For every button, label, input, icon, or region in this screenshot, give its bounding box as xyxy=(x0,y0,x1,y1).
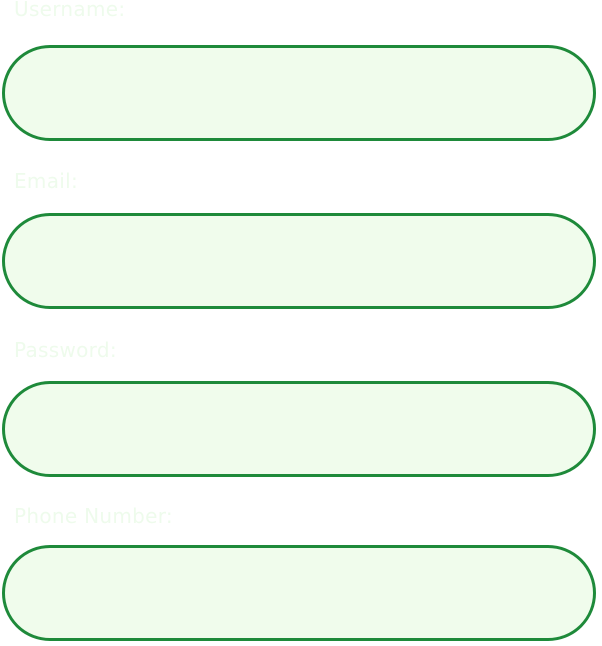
email-field[interactable] xyxy=(2,213,596,309)
password-field[interactable] xyxy=(2,381,596,477)
username-field[interactable] xyxy=(2,45,596,141)
username-label: Username: xyxy=(14,0,126,21)
password-label: Password: xyxy=(14,338,117,362)
phone-number-label: Phone Number: xyxy=(14,504,173,528)
signup-form: Username: Email: Password: Phone Number: xyxy=(0,0,602,646)
phone-number-field[interactable] xyxy=(2,545,596,641)
email-label: Email: xyxy=(14,169,79,193)
